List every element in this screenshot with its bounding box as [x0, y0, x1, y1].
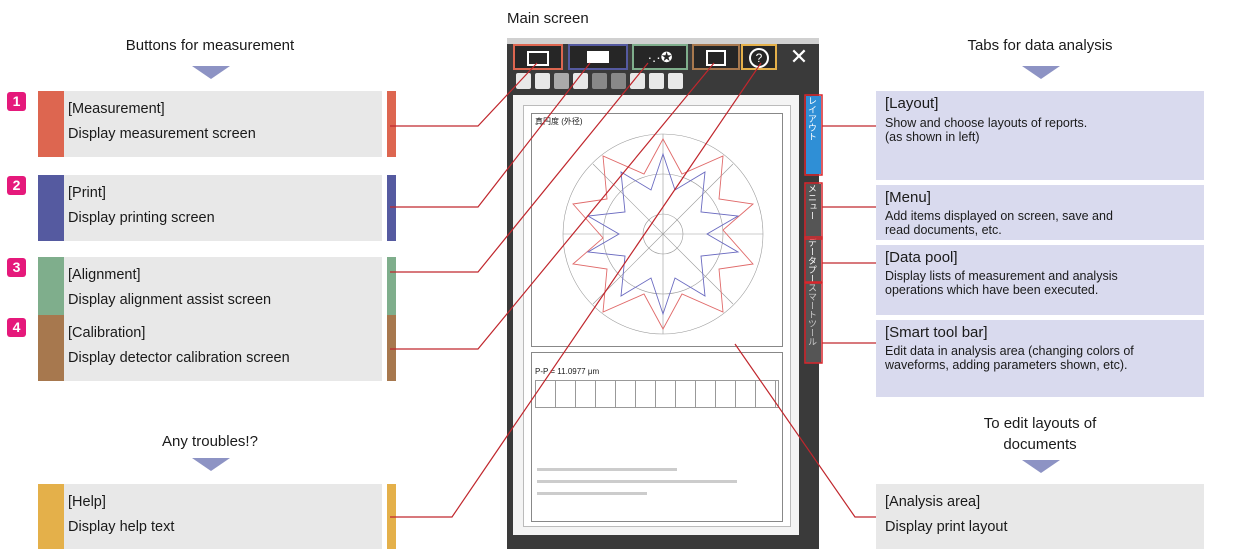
connector-help	[390, 62, 762, 518]
connector-analysis	[734, 343, 876, 518]
tab-highlight-data-pool	[804, 236, 823, 283]
connector-print	[390, 62, 591, 208]
tab-highlight-layout	[804, 94, 823, 176]
connector-measurement	[390, 62, 538, 127]
connector-lines	[390, 62, 876, 518]
tab-highlight-menu	[804, 182, 823, 240]
connector-calibration	[390, 62, 715, 350]
tab-highlight-smart-tool-bar	[804, 282, 823, 364]
connector-alignment	[390, 62, 649, 273]
